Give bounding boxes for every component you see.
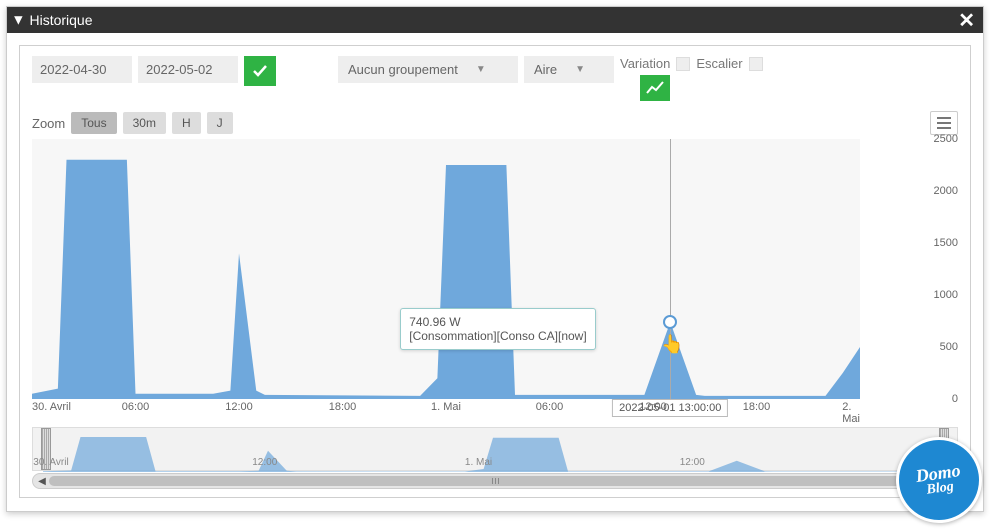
y-tick: 2000 xyxy=(918,185,958,197)
window-title: Historique xyxy=(29,12,92,28)
apply-button[interactable] xyxy=(244,56,276,86)
hover-marker xyxy=(663,315,677,329)
x-tick: 1. Mai xyxy=(431,401,461,413)
scroll-thumb[interactable] xyxy=(49,476,941,486)
x-tick: 06:00 xyxy=(122,401,150,413)
stairs-checkbox[interactable] xyxy=(749,57,763,71)
navigator-series xyxy=(43,428,943,472)
chart-menu-button[interactable] xyxy=(930,111,958,135)
chevron-right-icon: ▶ xyxy=(13,16,26,24)
y-tick: 500 xyxy=(918,341,958,353)
horizontal-scrollbar[interactable]: ◀ ▶ xyxy=(32,473,958,489)
x-axis: 30. Avril 06:00 12:00 18:00 1. Mai 06:00 12:00… xyxy=(32,399,860,419)
scroll-left-icon[interactable]: ◀ xyxy=(35,474,49,488)
y-tick: 2500 xyxy=(918,133,958,145)
navigator-tick: 12:00 xyxy=(680,457,705,468)
y-axis: 05001000150020002500 xyxy=(918,139,958,399)
charttype-label: Aire xyxy=(534,62,557,77)
zoom-all-button[interactable]: Tous xyxy=(71,112,116,134)
toolbar: Aucun groupement ▼ Aire ▼ Variation Esca… xyxy=(32,56,958,101)
x-tick: 30. Avril xyxy=(32,401,71,413)
charttype-select[interactable]: Aire ▼ xyxy=(524,56,614,83)
zoom-30m-button[interactable]: 30m xyxy=(123,112,166,134)
y-tick: 1000 xyxy=(918,289,958,301)
chart-area[interactable]: 👆 740.96 W [Consommation][Conso CA][now]… xyxy=(32,139,958,419)
grouping-select[interactable]: Aucun groupement ▼ xyxy=(338,56,518,83)
stairs-label: Escalier xyxy=(696,56,742,71)
x-tick: 12:00 xyxy=(225,401,253,413)
variation-checkbox[interactable] xyxy=(676,57,690,71)
date-from-input[interactable] xyxy=(32,56,132,83)
caret-down-icon: ▼ xyxy=(575,64,585,75)
zoom-h-button[interactable]: H xyxy=(172,112,201,134)
area-series xyxy=(32,139,860,399)
titlebar: ▶ Historique ✕ xyxy=(7,7,983,33)
zoom-label: Zoom xyxy=(32,116,65,131)
hamburger-icon xyxy=(937,117,951,119)
y-tick: 0 xyxy=(918,393,958,405)
graph-type-button[interactable] xyxy=(640,75,670,101)
tooltip-value: 740.96 W xyxy=(409,315,586,329)
x-tick: 2. Mai xyxy=(842,401,860,425)
tooltip: 740.96 W [Consommation][Conso CA][now] xyxy=(400,308,595,350)
navigator-tick: 12:00 xyxy=(252,457,277,468)
check-icon xyxy=(252,63,268,79)
zoom-toolbar: Zoom Tous 30m H J xyxy=(32,111,958,135)
variation-label: Variation xyxy=(620,56,670,71)
x-tick: 06:00 xyxy=(536,401,564,413)
x-tick: 18:00 xyxy=(743,401,771,413)
zoom-j-button[interactable]: J xyxy=(207,112,233,134)
date-to-input[interactable] xyxy=(138,56,238,83)
y-tick: 1500 xyxy=(918,237,958,249)
crosshair-line xyxy=(670,139,671,399)
navigator-tick: 1. Mai xyxy=(465,457,492,468)
grouping-label: Aucun groupement xyxy=(348,62,458,77)
navigator[interactable]: 30. Avril 12:00 1. Mai 12:00 xyxy=(32,427,958,471)
linechart-icon xyxy=(646,81,664,95)
caret-down-icon: ▼ xyxy=(476,64,486,75)
x-tick: 12:00 xyxy=(639,401,667,413)
navigator-tick: 30. Avril xyxy=(33,457,68,468)
x-tick: 18:00 xyxy=(329,401,357,413)
close-icon[interactable]: ✕ xyxy=(958,8,975,33)
tooltip-series: [Consommation][Conso CA][now] xyxy=(409,329,586,343)
